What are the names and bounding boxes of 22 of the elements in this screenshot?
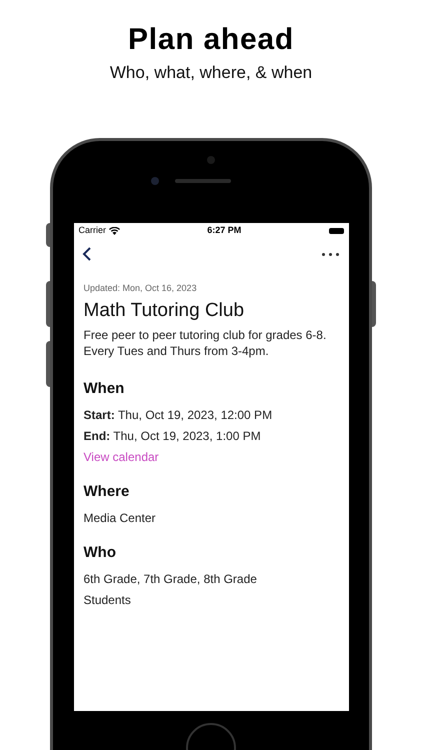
calendar-link[interactable]: View calendar: [84, 447, 159, 468]
event-description: Free peer to peer tutoring club for grades 6-8. Every Tues and Thurs from 3-4pm.: [84, 327, 328, 359]
clock-time: 6:27 PM: [207, 224, 242, 238]
detail-text: End: Thu, Oct 19, 2023, 1:00 PM: [84, 428, 262, 445]
detail-text: 6th Grade, 7th Grade, 8th Grade: [84, 571, 258, 588]
headline: Plan ahead: [128, 22, 294, 58]
speaker-grille: [175, 179, 231, 183]
updated-date: Updated: Mon, Oct 16, 2023: [84, 282, 198, 295]
section-heading: Where: [84, 482, 130, 502]
battery-icon: [328, 228, 344, 234]
detail-text: Start: Thu, Oct 19, 2023, 12:00 PM: [84, 407, 274, 424]
sensor-icon: [151, 177, 159, 185]
carrier-label: Carrier: [78, 224, 106, 238]
section-heading: When: [84, 379, 126, 399]
detail-text: Media Center: [84, 510, 157, 527]
event-title: Math Tutoring Club: [84, 299, 246, 323]
subheadline: Who, what, where, & when: [110, 62, 312, 84]
section-heading: Who: [84, 543, 117, 563]
detail-text: Students: [84, 592, 132, 609]
camera-icon: [207, 156, 215, 164]
wifi-icon: [109, 227, 120, 235]
back-icon: [82, 246, 92, 262]
